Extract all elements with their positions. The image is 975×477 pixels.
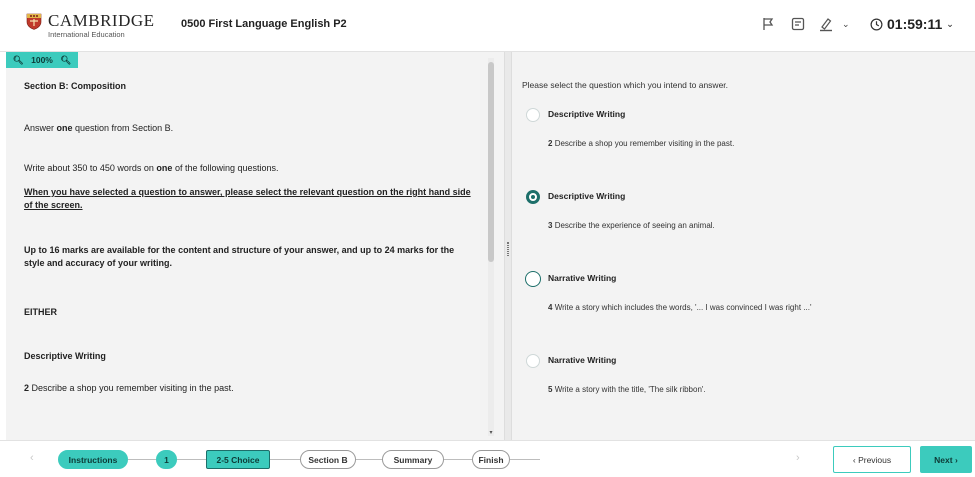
section-title: Section B: Composition bbox=[24, 81, 126, 91]
marks-note: Up to 16 marks are available for the con… bbox=[24, 245, 455, 268]
question-type: Descriptive Writing bbox=[24, 351, 106, 361]
radio-button[interactable] bbox=[526, 354, 540, 368]
exam-timer[interactable]: 01:59:11 ⌄ bbox=[870, 16, 954, 32]
step-connector bbox=[176, 459, 206, 460]
question-choice-pane: Please select the question which you int… bbox=[512, 52, 975, 440]
clock-icon bbox=[870, 18, 883, 30]
zoom-out-icon[interactable]: 🔍︎ bbox=[13, 55, 24, 66]
zoom-in-icon[interactable]: 🔍︎ bbox=[60, 55, 71, 66]
choice-prompt: Please select the question which you int… bbox=[522, 80, 729, 90]
notes-icon[interactable] bbox=[790, 16, 806, 32]
chevron-down-icon[interactable]: ⌄ bbox=[842, 19, 850, 30]
crest-icon bbox=[26, 13, 42, 30]
option-type: Descriptive Writing bbox=[548, 109, 626, 119]
step-1[interactable]: 1 bbox=[156, 450, 177, 469]
step-connector bbox=[356, 459, 382, 460]
radio-button-selected[interactable] bbox=[526, 190, 540, 204]
option-type: Narrative Writing bbox=[548, 355, 617, 365]
radio-button[interactable] bbox=[526, 108, 540, 122]
scrollbar-thumb[interactable] bbox=[488, 62, 494, 262]
question-source-pane[interactable]: 🔍︎ 100% 🔍︎ Section B: Composition Answer… bbox=[6, 52, 504, 440]
grip-icon bbox=[507, 242, 509, 256]
step-section-b[interactable]: Section B bbox=[300, 450, 356, 469]
option-text: 3 Describe the experience of seeing an a… bbox=[548, 221, 715, 230]
previous-button[interactable]: ‹ Previous bbox=[833, 446, 911, 473]
header-bar: CAMBRIDGE International Education 0500 F… bbox=[0, 0, 975, 52]
step-summary[interactable]: Summary bbox=[382, 450, 444, 469]
highlighter-icon[interactable] bbox=[818, 16, 834, 32]
option-type: Narrative Writing bbox=[548, 273, 617, 283]
word-count-line: Write about 350 to 450 words on one of t… bbox=[24, 163, 279, 173]
cambridge-logo: CAMBRIDGE International Education bbox=[26, 12, 155, 40]
radio-button-focused[interactable] bbox=[525, 271, 541, 287]
flag-icon[interactable] bbox=[760, 16, 776, 32]
pane-resize-handle[interactable] bbox=[504, 52, 512, 440]
zoom-level: 100% bbox=[31, 55, 53, 65]
zoom-control: 🔍︎ 100% 🔍︎ bbox=[6, 52, 78, 68]
selection-note: When you have selected a question to ans… bbox=[24, 187, 471, 210]
exam-title: 0500 First Language English P2 bbox=[181, 18, 347, 30]
step-connector bbox=[444, 459, 472, 460]
step-connector bbox=[128, 459, 158, 460]
option-type: Descriptive Writing bbox=[548, 191, 626, 201]
left-scrollbar[interactable]: ▾ bbox=[488, 58, 494, 436]
step-finish[interactable]: Finish bbox=[472, 450, 510, 469]
scroll-down-icon[interactable]: ▾ bbox=[488, 430, 494, 436]
step-connector bbox=[510, 459, 540, 460]
step-instructions[interactable]: Instructions bbox=[58, 450, 128, 469]
navigation-footer: ‹ Instructions 1 2-5 Choice Section B Su… bbox=[0, 440, 975, 477]
chevron-right-icon: › bbox=[952, 454, 958, 465]
option-text: 2 Describe a shop you remember visiting … bbox=[548, 139, 735, 148]
next-button[interactable]: Next › bbox=[920, 446, 972, 473]
option-text: 5 Write a story with the title, 'The sil… bbox=[548, 385, 706, 394]
chevron-left-icon[interactable]: ‹ bbox=[30, 452, 34, 464]
instruction-line: Answer one question from Section B. bbox=[24, 123, 174, 133]
chevron-down-icon: ⌄ bbox=[946, 18, 954, 29]
option-text: 4 Write a story which includes the words… bbox=[548, 303, 812, 312]
either-label: EITHER bbox=[24, 307, 58, 317]
question-text: 2 Describe a shop you remember visiting … bbox=[24, 383, 234, 393]
logo-wordmark: CAMBRIDGE bbox=[48, 11, 155, 30]
chevron-right-icon[interactable]: › bbox=[796, 452, 800, 464]
timer-value: 01:59:11 bbox=[887, 16, 943, 32]
logo-subtitle: International Education bbox=[48, 30, 125, 39]
step-choice[interactable]: 2-5 Choice bbox=[206, 450, 270, 469]
step-connector bbox=[270, 459, 300, 460]
